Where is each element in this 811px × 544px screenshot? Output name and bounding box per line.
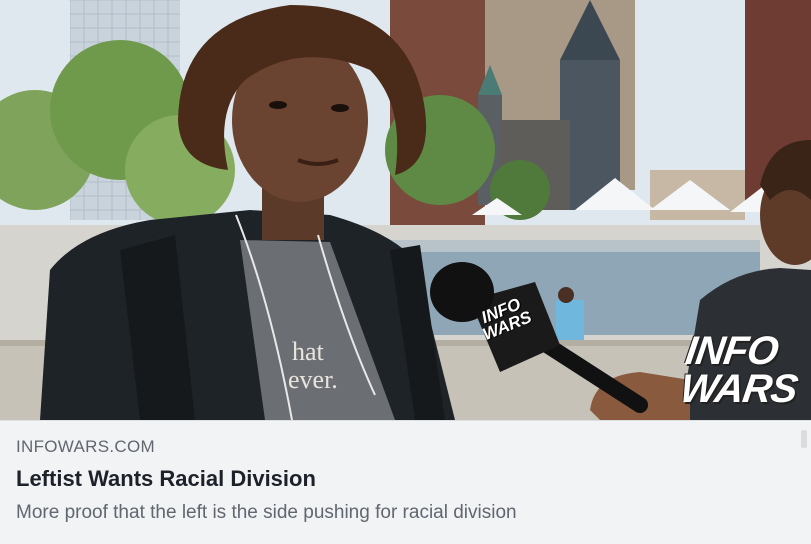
link-preview-image[interactable]: hat ever. INFO WARS INFO WARS (0, 0, 811, 420)
link-domain: INFOWARS.COM (16, 437, 155, 456)
link-description: More proof that the left is the side pus… (16, 502, 517, 523)
shirt-text-line1: hat (292, 337, 325, 366)
link-preview-card[interactable]: hat ever. INFO WARS INFO WARS INFOWARS.C… (0, 0, 811, 544)
link-headline[interactable]: Leftist Wants Racial Division (16, 465, 795, 493)
shirt-text-line2: ever. (288, 365, 338, 394)
scrollbar-thumb[interactable] (801, 430, 807, 448)
watermark-line1: INFO (682, 329, 781, 373)
link-preview-meta[interactable]: INFOWARS.COM Leftist Wants Racial Divisi… (0, 420, 811, 544)
infowars-watermark: INFO WARS (677, 329, 800, 412)
watermark-line2: WARS (677, 367, 800, 411)
